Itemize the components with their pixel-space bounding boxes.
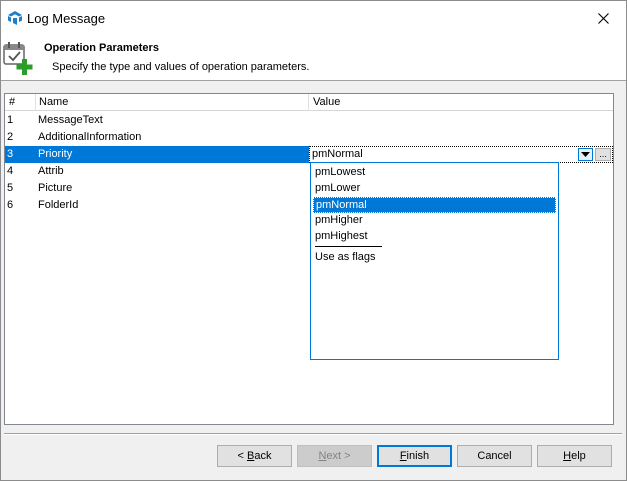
dropdown-option-pmhighest[interactable]: pmHighest xyxy=(313,229,556,245)
log-message-dialog: Log Message Operation Parameters Specify… xyxy=(0,0,627,481)
row-name: Priority xyxy=(38,148,73,160)
back-button-suffix: ack xyxy=(254,450,272,462)
finish-button[interactable]: Finish xyxy=(377,445,452,467)
chevron-down-icon xyxy=(581,151,590,157)
finish-button-accel: F xyxy=(399,450,407,462)
calendar-add-icon xyxy=(3,42,33,75)
column-header-number[interactable]: # xyxy=(9,96,15,108)
row-number: 4 xyxy=(7,165,14,177)
row-number: 2 xyxy=(7,131,14,143)
back-button-prefix: < xyxy=(237,450,247,462)
help-button-suffix: elp xyxy=(571,450,586,462)
dropdown-option-pmnormal[interactable]: pmNormal xyxy=(313,197,556,213)
column-divider[interactable] xyxy=(308,94,309,111)
row-name: AdditionalInformation xyxy=(38,131,142,143)
priority-dropdown-list[interactable]: pmLowest pmLower pmNormal pmHigher pmHig… xyxy=(310,162,559,360)
row-name: Picture xyxy=(38,182,73,194)
help-button[interactable]: Help xyxy=(537,445,612,467)
wizard-header: Operation Parameters Specify the type an… xyxy=(1,34,626,81)
next-button-suffix: ext > xyxy=(326,450,351,462)
footer-divider xyxy=(4,433,622,435)
row-name: FolderId xyxy=(38,199,79,211)
cancel-button[interactable]: Cancel xyxy=(457,445,532,467)
value-combobox-text[interactable]: pmNormal xyxy=(312,148,363,160)
grid-row-selected[interactable]: 3 Priority pmNormal ... xyxy=(5,146,613,163)
close-button[interactable] xyxy=(586,5,620,31)
dropdown-button[interactable] xyxy=(578,148,593,161)
grid-header: # Name Value xyxy=(5,94,613,111)
ellipsis-button[interactable]: ... xyxy=(595,148,611,161)
next-button[interactable]: Next > xyxy=(297,445,372,467)
row-number: 1 xyxy=(7,114,14,126)
column-header-name[interactable]: Name xyxy=(39,96,68,108)
column-divider[interactable] xyxy=(35,94,36,111)
dropdown-option-use-as-flags[interactable]: Use as flags xyxy=(313,250,556,266)
grid-row[interactable]: 1 MessageText xyxy=(5,112,613,129)
dropdown-option-pmlowest[interactable]: pmLowest xyxy=(313,165,556,181)
app-logo-icon xyxy=(8,11,22,25)
window-title: Log Message xyxy=(27,11,106,26)
value-combobox[interactable]: pmNormal ... xyxy=(309,146,613,163)
column-header-value[interactable]: Value xyxy=(313,96,340,108)
row-number: 6 xyxy=(7,199,14,211)
row-number: 5 xyxy=(7,182,14,194)
row-name: Attrib xyxy=(38,165,64,177)
title-bar: Log Message xyxy=(1,1,626,34)
grid-row[interactable]: 2 AdditionalInformation xyxy=(5,129,613,146)
row-name: MessageText xyxy=(38,114,103,126)
close-icon xyxy=(597,12,609,24)
finish-button-suffix: inish xyxy=(406,450,430,462)
row-number: 3 xyxy=(7,148,14,160)
dropdown-separator xyxy=(315,246,382,247)
page-title: Operation Parameters xyxy=(44,42,159,54)
dropdown-option-pmlower[interactable]: pmLower xyxy=(313,181,556,197)
help-button-accel: H xyxy=(563,450,572,462)
back-button[interactable]: < Back xyxy=(217,445,292,467)
dropdown-option-pmhigher[interactable]: pmHigher xyxy=(313,213,556,229)
page-subtitle: Specify the type and values of operation… xyxy=(52,61,310,73)
